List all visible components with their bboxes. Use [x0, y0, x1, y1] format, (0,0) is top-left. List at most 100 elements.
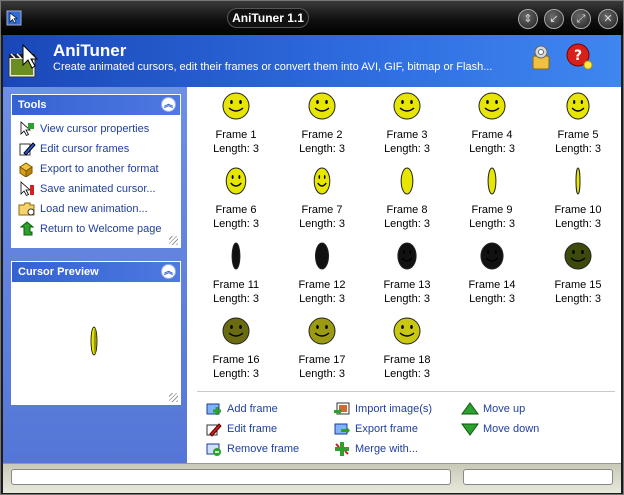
frame-smiley-icon — [566, 92, 590, 120]
frame-length: Length: 3 — [213, 368, 259, 380]
frame-label: Frame 12 — [298, 279, 346, 291]
app-icon[interactable] — [6, 10, 22, 26]
tool-item-label: Load new animation... — [40, 203, 148, 215]
frame-label: Frame 13 — [383, 279, 431, 291]
frame-cell[interactable]: Frame 13 Length: 3 — [364, 237, 450, 306]
app-description: Create animated cursors, edit their fram… — [53, 61, 493, 73]
frame-cell[interactable]: Frame 10 Length: 3 — [535, 162, 621, 231]
frame-cell[interactable]: Frame 8 Length: 3 — [364, 162, 450, 231]
maximize-button[interactable]: ⤢ — [571, 9, 591, 29]
edit-frame-icon — [206, 423, 222, 437]
tools-panel-header[interactable]: Tools ︽ — [12, 95, 180, 115]
status-field-secondary — [463, 469, 613, 485]
add-frame-button[interactable]: Add frame — [205, 400, 278, 418]
frame-length: Length: 3 — [299, 143, 345, 155]
frame-length: Length: 3 — [213, 218, 259, 230]
action-label: Add frame — [227, 403, 278, 415]
export-frame-icon — [334, 423, 350, 435]
frame-smiley-icon — [225, 167, 247, 195]
minimize-button[interactable]: ↙ — [544, 9, 564, 29]
frame-smiley-icon — [400, 167, 414, 195]
export-frame-button[interactable]: Export frame — [333, 420, 418, 438]
action-label: Merge with... — [355, 443, 418, 455]
frame-cell[interactable]: Frame 16 Length: 3 — [193, 312, 279, 381]
frame-smiley-icon — [308, 92, 336, 120]
action-label: Remove frame — [227, 443, 300, 455]
frame-cell[interactable]: Frame 1 Length: 3 — [193, 87, 279, 156]
help-icon[interactable]: ? — [566, 43, 594, 71]
preview-resize-grip[interactable] — [169, 393, 178, 402]
move-up-button[interactable]: Move up — [461, 400, 525, 418]
merge-with-button[interactable]: Merge with... — [333, 440, 418, 458]
close-button[interactable]: ✕ — [598, 9, 618, 29]
edit-cursor-frames-link[interactable]: Edit cursor frames — [18, 139, 180, 159]
frame-length: Length: 3 — [384, 143, 430, 155]
load-animation-icon — [18, 202, 35, 216]
frame-cell[interactable]: Frame 2 Length: 3 — [279, 87, 365, 156]
frame-label: Frame 8 — [386, 204, 428, 216]
cursor-preview-panel: Cursor Preview ︽ — [11, 261, 181, 405]
frame-cell[interactable]: Frame 7 Length: 3 — [279, 162, 365, 231]
app-heading: AniTuner — [53, 41, 127, 60]
frame-smiley-icon — [564, 242, 592, 270]
frame-smiley-icon — [397, 242, 417, 270]
view-cursor-properties-link[interactable]: View cursor properties — [18, 119, 180, 139]
roll-up-button[interactable]: ⇕ — [518, 9, 538, 29]
frame-cell[interactable]: Frame 5 Length: 3 — [535, 87, 621, 156]
return-to-welcome-link[interactable]: Return to Welcome page — [18, 219, 180, 239]
options-tool-icon[interactable] — [529, 44, 553, 70]
frame-label: Frame 2 — [301, 129, 343, 141]
export-another-format-link[interactable]: Export to another format — [18, 159, 180, 179]
load-new-animation-link[interactable]: Load new animation... — [18, 199, 180, 219]
action-label: Move up — [483, 403, 526, 415]
frame-cell[interactable]: Frame 12 Length: 3 — [279, 237, 365, 306]
task-pane: Tools ︽ View cursor properties Edit curs… — [3, 87, 187, 463]
frame-cell[interactable]: Frame 11 Length: 3 — [193, 237, 279, 306]
collapse-tools-icon[interactable]: ︽ — [161, 97, 176, 112]
add-frame-icon — [206, 403, 221, 415]
export-format-icon — [19, 162, 33, 177]
tools-resize-grip[interactable] — [169, 236, 178, 245]
frame-cell[interactable]: Frame 9 Length: 3 — [449, 162, 535, 231]
edit-frame-button[interactable]: Edit frame — [205, 420, 277, 438]
frame-smiley-icon — [313, 167, 331, 195]
frame-label: Frame 14 — [468, 279, 516, 291]
cursor-preview-header[interactable]: Cursor Preview ︽ — [12, 262, 180, 282]
frame-cell[interactable]: Frame 4 Length: 3 — [449, 87, 535, 156]
tool-item-label: View cursor properties — [40, 123, 150, 135]
frame-cell[interactable]: Frame 6 Length: 3 — [193, 162, 279, 231]
frame-cell[interactable]: Frame 3 Length: 3 — [364, 87, 450, 156]
tools-panel: Tools ︽ View cursor properties Edit curs… — [11, 94, 181, 248]
cursor-preview-area — [12, 282, 180, 404]
title-bar[interactable]: AniTuner 1.1 ⇕ ↙ ⤢ ✕ — [1, 1, 623, 35]
frame-smiley-icon — [480, 242, 504, 270]
frame-cell[interactable]: Frame 15 Length: 3 — [535, 237, 621, 306]
frame-smiley-icon — [393, 317, 421, 345]
frame-label: Frame 16 — [212, 354, 260, 366]
collapse-preview-icon[interactable]: ︽ — [161, 264, 176, 279]
move-down-icon — [461, 423, 479, 436]
frame-cell[interactable]: Frame 18 Length: 3 — [364, 312, 450, 381]
frame-cell[interactable]: Frame 14 Length: 3 — [449, 237, 535, 306]
tool-item-label: Edit cursor frames — [40, 143, 130, 155]
tool-item-label: Export to another format — [40, 163, 159, 175]
cursor-preview-title: Cursor Preview — [18, 266, 99, 278]
frame-label: Frame 6 — [215, 204, 257, 216]
action-label: Move down — [483, 423, 540, 435]
frame-label: Frame 5 — [557, 129, 599, 141]
frame-cell[interactable]: Frame 17 Length: 3 — [279, 312, 365, 381]
save-animated-cursor-link[interactable]: Save animated cursor... — [18, 179, 180, 199]
remove-frame-button[interactable]: Remove frame — [205, 440, 299, 458]
frame-label: Frame 9 — [471, 204, 513, 216]
move-down-button[interactable]: Move down — [461, 420, 539, 438]
frame-smiley-icon — [222, 317, 250, 345]
frame-length: Length: 3 — [384, 218, 430, 230]
merge-icon — [335, 442, 349, 456]
remove-frame-icon — [206, 443, 221, 456]
frame-length: Length: 3 — [555, 218, 601, 230]
frame-label: Frame 18 — [383, 354, 431, 366]
frame-label: Frame 1 — [215, 129, 257, 141]
frame-length: Length: 3 — [555, 143, 601, 155]
frame-label: Frame 11 — [212, 279, 260, 291]
import-images-button[interactable]: Import image(s) — [333, 400, 432, 418]
